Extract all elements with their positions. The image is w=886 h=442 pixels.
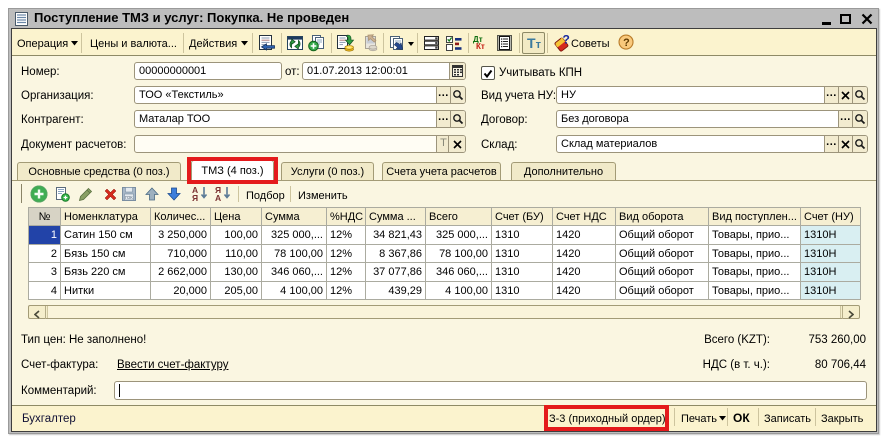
svg-text:ГОК: ГОК — [125, 195, 133, 200]
svg-text:?: ? — [623, 37, 630, 49]
svg-text:?: ? — [563, 33, 570, 47]
